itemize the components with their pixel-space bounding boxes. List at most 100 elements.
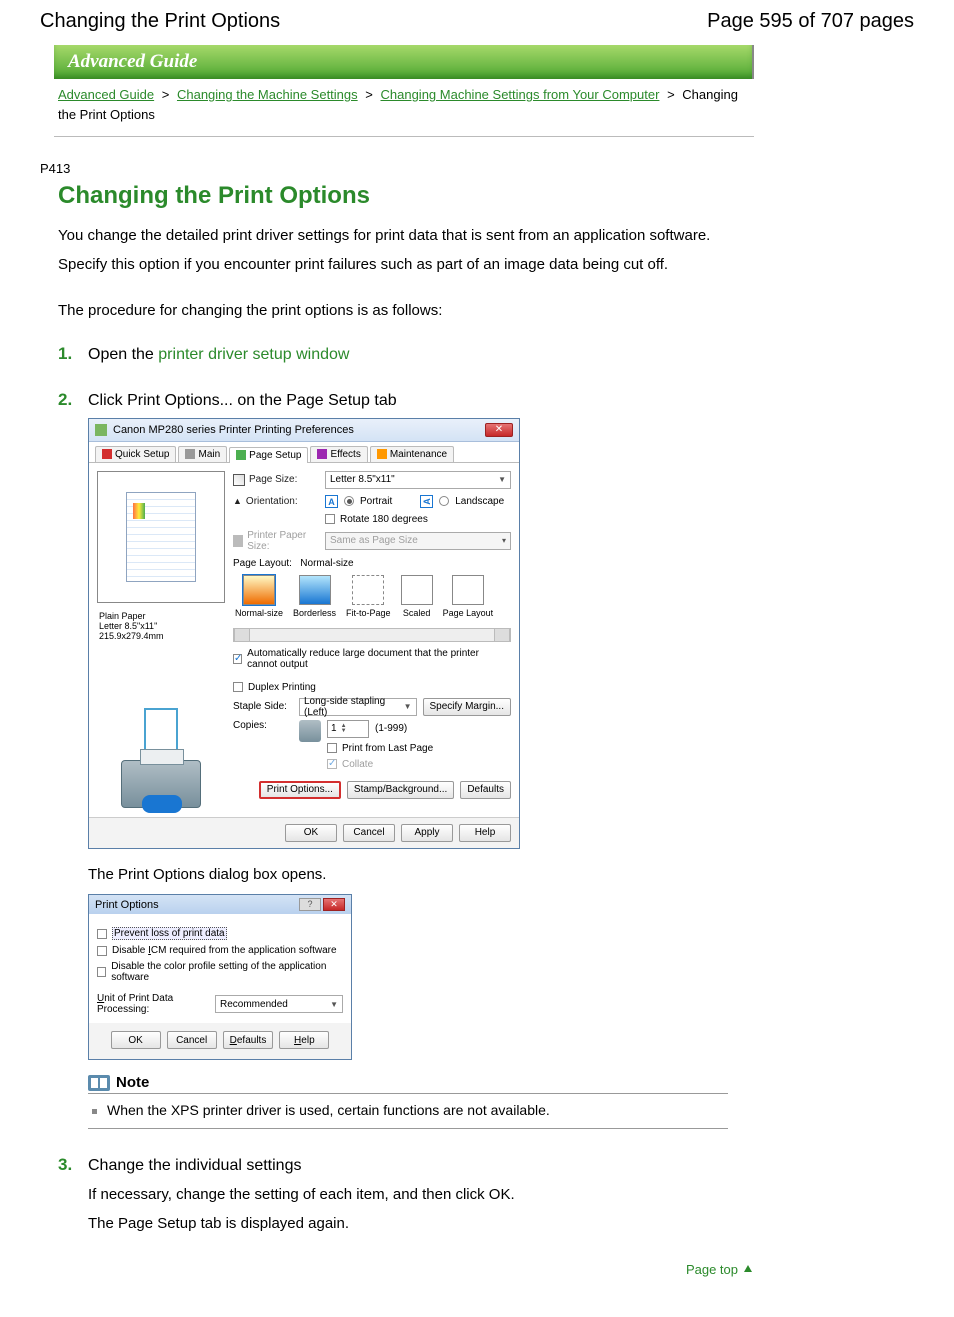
step-num-1: 1. — [58, 344, 78, 364]
intro-p2: Specify this option if you encounter pri… — [58, 253, 914, 276]
radio-portrait[interactable] — [344, 496, 354, 506]
main-icon — [185, 449, 195, 459]
defaults-button[interactable]: Defaults — [223, 1031, 274, 1049]
close-button[interactable]: ✕ — [323, 898, 345, 911]
opt-disable-color-profile: Disable the color profile setting of the… — [111, 961, 343, 983]
note-block: Note When the XPS printer driver is used… — [88, 1074, 728, 1129]
chk-disable-color-profile[interactable] — [97, 967, 106, 977]
banner-advanced-guide: Advanced Guide — [54, 45, 754, 79]
quick-setup-icon — [102, 449, 112, 459]
stamp-background-button[interactable]: Stamp/Background... — [347, 781, 454, 799]
link-printer-driver-setup[interactable]: printer driver setup window — [158, 346, 349, 363]
step-1-title: Open the printer driver setup window — [88, 346, 349, 364]
printer-paper-select[interactable]: Same as Page Size▾ — [325, 532, 511, 550]
crumb-machine-settings[interactable]: Changing the Machine Settings — [177, 87, 358, 102]
chevron-down-icon: ▼ — [498, 475, 506, 484]
step-num-2: 2. — [58, 390, 78, 410]
chk-rotate180[interactable] — [325, 514, 335, 524]
radio-landscape[interactable] — [439, 496, 449, 506]
ok-button[interactable]: OK — [285, 824, 337, 842]
page-preview — [97, 471, 225, 603]
page-top-link[interactable]: Page top — [686, 1262, 754, 1277]
maintenance-icon — [377, 449, 387, 459]
note-heading: Note — [116, 1074, 149, 1091]
printer-paper-icon — [233, 535, 243, 547]
ok-button[interactable]: OK — [111, 1031, 161, 1049]
note-text: When the XPS printer driver is used, cer… — [107, 1102, 550, 1118]
printer-icon — [95, 424, 107, 436]
unit-select[interactable]: Recommended▼ — [215, 995, 343, 1013]
copies-input[interactable]: 1 ▲▼ — [327, 720, 369, 738]
print-options-title: Print Options — [95, 899, 159, 911]
note-icon — [88, 1075, 110, 1091]
apply-button[interactable]: Apply — [401, 824, 453, 842]
help-button[interactable]: Help — [279, 1031, 329, 1049]
landscape-icon: A — [420, 495, 433, 508]
print-options-button[interactable]: Print Options... — [259, 781, 341, 799]
step-3-p1: If necessary, change the setting of each… — [88, 1183, 914, 1206]
tab-quick-setup[interactable]: Quick Setup — [95, 446, 176, 462]
opt-prevent-loss: Prevent loss of print data — [112, 927, 227, 940]
up-arrow-icon — [742, 1263, 754, 1275]
layout-normal[interactable]: Normal-size — [235, 575, 283, 618]
chk-duplex[interactable] — [233, 682, 243, 692]
cancel-button[interactable]: Cancel — [343, 824, 395, 842]
tab-page-setup[interactable]: Page Setup — [229, 447, 308, 463]
tab-effects[interactable]: Effects — [310, 446, 367, 462]
layout-scaled[interactable]: Scaled — [401, 575, 433, 618]
bullet-icon — [92, 1109, 97, 1114]
tab-main[interactable]: Main — [178, 446, 227, 462]
staple-side-select[interactable]: Long-side stapling (Left)▼ — [299, 698, 417, 716]
chk-prevent-loss[interactable] — [97, 929, 107, 939]
step-2-title: Click Print Options... on the Page Setup… — [88, 392, 397, 410]
crumb-advanced-guide[interactable]: Advanced Guide — [58, 87, 154, 102]
doc-title: Changing the Print Options — [40, 10, 280, 33]
close-button[interactable]: ✕ — [485, 423, 513, 437]
chevron-down-icon: ▼ — [404, 702, 412, 711]
opt-disable-icm: Disable ICM required from the applicatio… — [112, 945, 337, 956]
intro-p1: You change the detailed print driver set… — [58, 224, 914, 247]
breadcrumb: Advanced Guide > Changing the Machine Se… — [54, 79, 754, 137]
page-setup-icon — [236, 450, 246, 460]
tab-strip: Quick Setup Main Page Setup Effects Main… — [89, 442, 519, 463]
printer-illustration — [97, 649, 225, 809]
effects-icon — [317, 449, 327, 459]
chk-collate[interactable] — [327, 759, 337, 769]
spinner-arrows-icon[interactable]: ▲▼ — [341, 724, 347, 734]
layout-page[interactable]: Page Layout — [443, 575, 494, 618]
page-size-select[interactable]: Letter 8.5"x11"▼ — [325, 471, 511, 489]
after-dialog-text: The Print Options dialog box opens. — [88, 863, 914, 886]
step-num-3: 3. — [58, 1155, 78, 1175]
print-options-dialog: Print Options ? ✕ Prevent loss of print … — [88, 894, 352, 1060]
help-button[interactable]: Help — [459, 824, 511, 842]
chevron-down-icon: ▼ — [330, 1000, 338, 1009]
chk-print-last[interactable] — [327, 743, 337, 753]
layout-borderless[interactable]: Borderless — [293, 575, 336, 618]
page-count: Page 595 of 707 pages — [707, 10, 914, 33]
crumb-settings-from-computer[interactable]: Changing Machine Settings from Your Comp… — [381, 87, 660, 102]
portrait-icon: A — [325, 495, 338, 508]
specify-margin-button[interactable]: Specify Margin... — [423, 698, 511, 716]
page-icon — [233, 474, 245, 486]
intro-p3: The procedure for changing the print opt… — [58, 299, 914, 322]
chk-disable-icm[interactable] — [97, 946, 107, 956]
tab-maintenance[interactable]: Maintenance — [370, 446, 454, 462]
help-icon[interactable]: ? — [299, 898, 321, 911]
preview-swatch — [133, 503, 145, 519]
layout-fit[interactable]: Fit-to-Page — [346, 575, 391, 618]
step-3-p2: The Page Setup tab is displayed again. — [88, 1212, 914, 1235]
step-3-title: Change the individual settings — [88, 1157, 301, 1175]
copies-icon — [299, 720, 321, 742]
chk-auto-reduce[interactable] — [233, 654, 242, 664]
dialog-titlebar: Canon MP280 series Printer Printing Pref… — [89, 419, 519, 442]
defaults-button[interactable]: Defaults — [460, 781, 511, 799]
page-heading: Changing the Print Options — [58, 182, 914, 210]
layout-scrollbar[interactable] — [233, 628, 511, 642]
layout-options: Normal-size Borderless Fit-to-Page Scale… — [233, 569, 511, 624]
cancel-button[interactable]: Cancel — [167, 1031, 217, 1049]
doc-code: P413 — [40, 161, 914, 176]
dialog-title-text: Canon MP280 series Printer Printing Pref… — [113, 424, 354, 436]
preview-dims: Letter 8.5"x11" 215.9x279.4mm — [97, 619, 225, 643]
printing-preferences-dialog: Canon MP280 series Printer Printing Pref… — [88, 418, 520, 849]
chevron-down-icon: ▾ — [502, 536, 506, 545]
